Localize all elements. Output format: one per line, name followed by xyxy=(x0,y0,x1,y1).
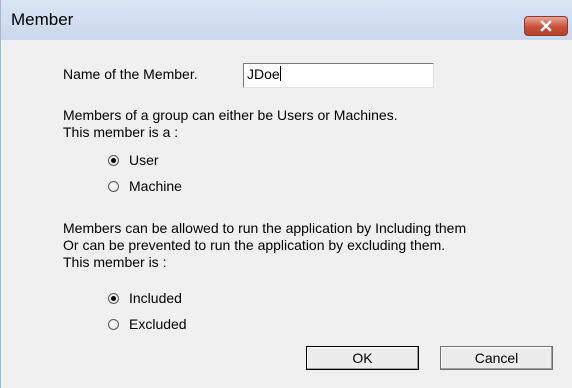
member-name-value: JDoe xyxy=(247,66,280,82)
radio-included[interactable] xyxy=(108,293,119,304)
radio-user-label: User xyxy=(129,152,159,168)
radio-excluded-label: Excluded xyxy=(129,316,187,332)
type-intro-line2: This member is a : xyxy=(63,124,179,140)
radio-included-option[interactable]: Included xyxy=(108,290,182,307)
close-icon xyxy=(540,20,552,32)
radio-machine-option[interactable]: Machine xyxy=(108,178,182,195)
inclusion-intro-line1: Members can be allowed to run the applic… xyxy=(63,220,467,236)
radio-machine-label: Machine xyxy=(129,178,182,194)
member-name-input[interactable]: JDoe xyxy=(243,63,434,88)
radio-user[interactable] xyxy=(108,155,119,166)
text-caret xyxy=(279,66,281,81)
radio-excluded-option[interactable]: Excluded xyxy=(108,316,187,333)
radio-user-option[interactable]: User xyxy=(108,152,159,169)
ok-button[interactable]: OK xyxy=(306,346,419,370)
close-button[interactable] xyxy=(524,16,568,36)
name-label: Name of the Member. xyxy=(63,66,198,82)
cancel-button[interactable]: Cancel xyxy=(440,346,553,370)
radio-excluded[interactable] xyxy=(108,319,119,330)
member-dialog: Member Name of the Member. JDoe Members … xyxy=(0,0,572,388)
window-title: Member xyxy=(11,10,74,29)
inclusion-intro-line2: Or can be prevented to run the applicati… xyxy=(63,237,446,253)
title-bar[interactable]: Member xyxy=(1,0,572,40)
type-intro-line1: Members of a group can either be Users o… xyxy=(63,107,398,123)
radio-machine[interactable] xyxy=(108,181,119,192)
inclusion-intro-line3: This member is : xyxy=(63,254,167,270)
radio-included-label: Included xyxy=(129,290,182,306)
